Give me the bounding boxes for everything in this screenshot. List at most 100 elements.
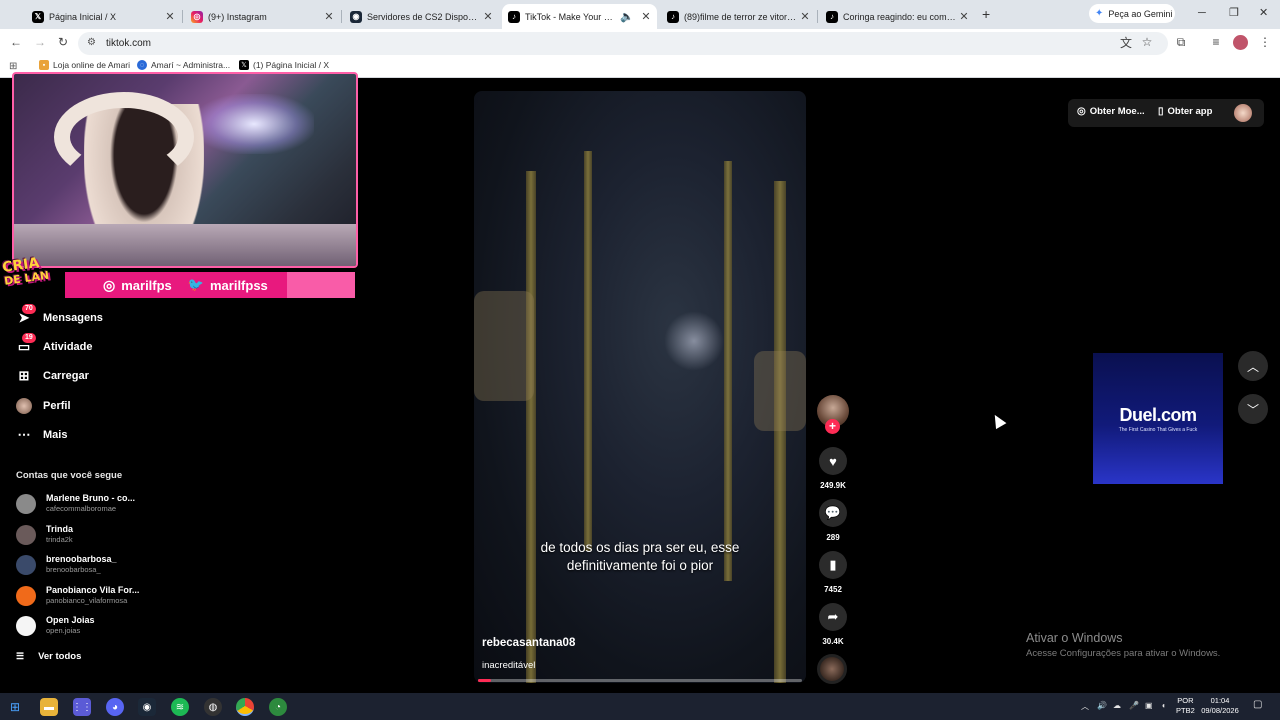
- sidebar-item-upload[interactable]: ⊞ Carregar: [16, 366, 89, 386]
- bookmark-amari-admin[interactable]: ◌ Amarí ~ Administra...: [137, 60, 230, 70]
- obs-icon[interactable]: ◍: [204, 698, 222, 716]
- maximize-button[interactable]: ❐: [1229, 6, 1239, 19]
- forward-icon[interactable]: →: [32, 34, 48, 50]
- x-icon: 𝕏: [239, 60, 249, 70]
- avatar: [16, 525, 36, 545]
- profile-avatar-icon[interactable]: [1233, 35, 1248, 50]
- keyboard-language[interactable]: POR PTB2: [1176, 696, 1195, 716]
- new-tab-button[interactable]: +: [982, 6, 990, 22]
- send-icon: ➤ 70: [16, 304, 36, 326]
- tab-tiktok-active[interactable]: ♪ TikTok - Make Your Day 🔈 ✕: [502, 4, 657, 29]
- following-account[interactable]: Open Joias open.joias: [16, 613, 146, 639]
- previous-video-button[interactable]: ︿: [1238, 351, 1268, 381]
- bookmark-x-home[interactable]: 𝕏 (1) Página Inicial / X: [239, 60, 329, 70]
- save-button[interactable]: ▮ 7452: [818, 551, 848, 594]
- close-icon[interactable]: ✕: [957, 10, 971, 23]
- tab-tiktok-coringa[interactable]: ♪ Coringa reagindo: eu com 7 ac ✕: [820, 4, 975, 29]
- shop-icon: ▪: [39, 60, 49, 70]
- avatar: [16, 494, 36, 514]
- following-account[interactable]: Trinda trinda2k: [16, 522, 146, 548]
- menu-dots-icon[interactable]: ⋮: [1257, 34, 1273, 50]
- start-icon[interactable]: ⊞: [6, 698, 24, 716]
- get-coins-button[interactable]: ◎ Obter Moe...: [1077, 106, 1145, 117]
- steam-icon: ◉: [350, 10, 362, 23]
- music-disc-icon[interactable]: [817, 654, 847, 684]
- discord-icon[interactable]: ◕: [106, 698, 124, 716]
- taskbar-clock[interactable]: 01:04 09/08/2026: [1200, 696, 1240, 716]
- chevron-down-icon: ﹀: [1246, 402, 1259, 417]
- tab-tiktok-horror[interactable]: ♪ (89)filme de terror ze vitor e ra ✕: [661, 4, 816, 29]
- minimize-button[interactable]: ─: [1198, 7, 1206, 19]
- chrome-icon[interactable]: [236, 698, 254, 716]
- steam-icon[interactable]: ◉: [138, 698, 156, 716]
- file-explorer-icon[interactable]: ▬: [40, 698, 58, 716]
- following-account[interactable]: brenoobarbosa_ brenoobarbosa_: [16, 552, 146, 578]
- apps-grid-icon[interactable]: ⊞: [9, 61, 17, 72]
- bookmark-icon: ▮: [819, 551, 847, 579]
- address-bar[interactable]: ⚙ tiktok.com: [78, 32, 1168, 55]
- ad-banner[interactable]: Duel.com The First Casino That Gives a F…: [1093, 353, 1223, 484]
- notifications-icon[interactable]: ▢: [1253, 699, 1262, 710]
- profile-icon: [16, 398, 32, 414]
- user-avatar[interactable]: [1234, 104, 1252, 122]
- share-icon: ➦: [819, 603, 847, 631]
- windows-taskbar: ⊞ ▬ ⋮⋮ ◕ ◉ ≋ ◍ ◔ ︿ 🔊 ☁ 🎤 ▣ ◖ POR PTB2 01…: [0, 693, 1280, 720]
- video-progress-bar[interactable]: [478, 679, 802, 682]
- like-count: 249.9K: [820, 481, 846, 490]
- coin-icon: ◎: [1077, 106, 1086, 117]
- admin-icon: ◌: [137, 60, 147, 70]
- window-close-button[interactable]: ✕: [1259, 6, 1268, 19]
- phone-icon: ▯: [1158, 106, 1164, 117]
- share-button[interactable]: ➦ 30.4K: [818, 603, 848, 646]
- tab-instagram[interactable]: ◎ (9+) Instagram ✕: [185, 4, 340, 29]
- spotify-icon[interactable]: ≋: [171, 698, 189, 716]
- bookmark-star-icon[interactable]: ☆: [1139, 34, 1155, 50]
- following-account[interactable]: Panobianco Vila For... panobianco_vilafo…: [16, 583, 146, 609]
- media-controls-icon[interactable]: ≡: [1208, 34, 1224, 50]
- reload-icon[interactable]: ↻: [55, 34, 71, 50]
- following-section-title: Contas que você segue: [16, 470, 123, 481]
- video-player[interactable]: [474, 91, 806, 683]
- streamer-social-bar: ◎ marilfps 🐦 marilfpss: [65, 272, 355, 298]
- translate-icon[interactable]: 文: [1118, 34, 1134, 50]
- video-author[interactable]: rebecasantana08: [482, 637, 575, 649]
- windows-activation-subtitle: Acesse Configurações para ativar o Windo…: [1026, 648, 1221, 659]
- site-info-icon[interactable]: ⚙: [87, 37, 96, 48]
- app-grid-icon[interactable]: ⋮⋮: [72, 698, 92, 716]
- volume-icon[interactable]: 🔊: [1097, 701, 1107, 710]
- sidebar-item-messages[interactable]: ➤ 70 Mensagens: [16, 304, 103, 328]
- sidebar-item-more[interactable]: ⋯ Mais: [16, 425, 68, 445]
- speaker-tray-icon[interactable]: ◖: [1161, 701, 1166, 710]
- get-app-button[interactable]: ▯ Obter app: [1158, 106, 1212, 117]
- browser-tab-bar: 𝕏 Página Inicial / X ✕ ◎ (9+) Instagram …: [0, 0, 1280, 29]
- sidebar-item-activity[interactable]: ▭ 19 Atividade: [16, 333, 93, 357]
- tab-cs2-servers[interactable]: ◉ Servidores de CS2 Disponíveis ✕: [344, 4, 499, 29]
- close-icon[interactable]: ✕: [798, 10, 812, 23]
- cloud-icon[interactable]: ☁: [1113, 701, 1121, 710]
- chat-app-icon[interactable]: ◔: [269, 698, 287, 716]
- see-all-button[interactable]: ☰ Ver todos: [16, 651, 81, 662]
- tray-overflow-icon[interactable]: ︿: [1081, 701, 1089, 712]
- sidebar-item-profile[interactable]: Perfil: [16, 396, 71, 416]
- microphone-icon[interactable]: 🎤: [1129, 701, 1139, 710]
- network-icon[interactable]: ▣: [1145, 701, 1153, 710]
- bookmark-amari-shop[interactable]: ▪ Loja online de Amari: [39, 60, 130, 70]
- like-button[interactable]: ♥ 249.9K: [818, 447, 848, 490]
- close-icon[interactable]: ✕: [639, 10, 653, 23]
- tab-x-home[interactable]: 𝕏 Página Inicial / X ✕: [26, 4, 181, 29]
- back-icon[interactable]: ←: [8, 34, 24, 50]
- comment-button[interactable]: 💬 289: [818, 499, 848, 542]
- next-video-button[interactable]: ﹀: [1238, 394, 1268, 424]
- close-icon[interactable]: ✕: [163, 10, 177, 23]
- messages-badge: 70: [22, 304, 36, 314]
- list-icon: ☰: [16, 651, 25, 661]
- following-account[interactable]: Marlene Bruno - co... cafecommalboromae: [16, 491, 146, 517]
- progress-fill: [478, 679, 491, 682]
- close-icon[interactable]: ✕: [481, 10, 495, 23]
- chevron-up-icon: ︿: [1246, 359, 1259, 374]
- gemini-button[interactable]: ✦ Peça ao Gemini: [1089, 4, 1175, 23]
- follow-plus-icon[interactable]: +: [825, 419, 840, 434]
- extensions-icon[interactable]: ⧉: [1173, 34, 1189, 50]
- speaker-icon[interactable]: 🔈: [619, 10, 635, 23]
- close-icon[interactable]: ✕: [322, 10, 336, 23]
